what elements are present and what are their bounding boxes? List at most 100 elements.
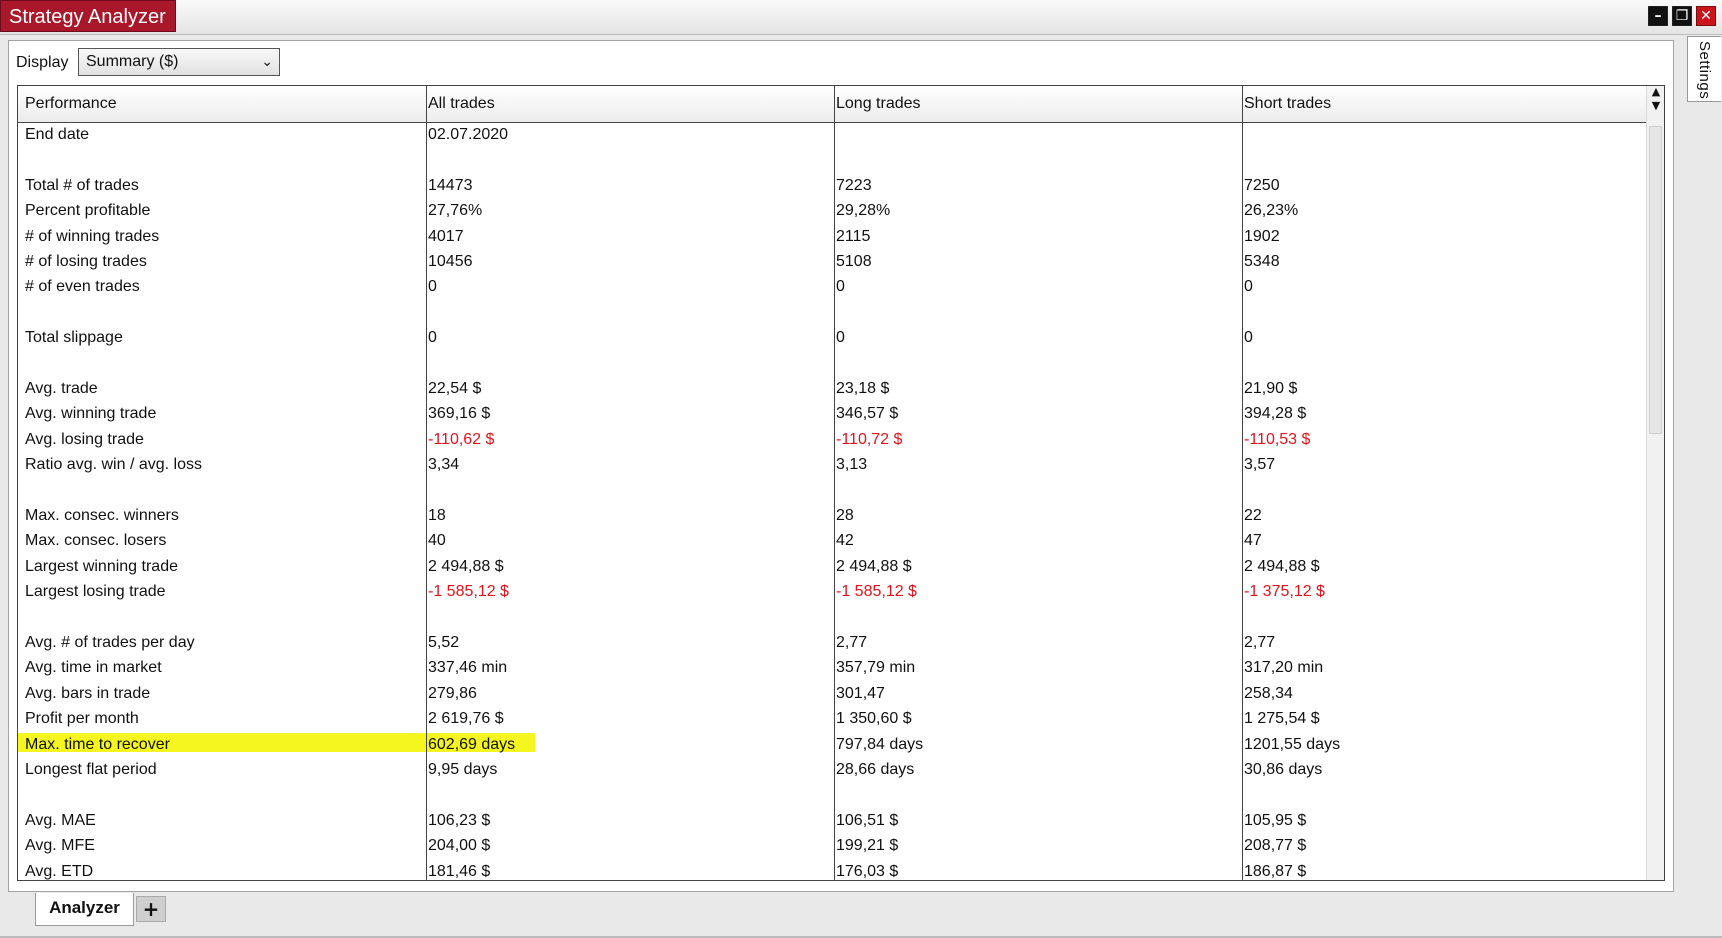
- table-row[interactable]: Ratio avg. win / avg. loss 3,34 3,13 3,57: [18, 453, 1646, 478]
- cell-all-trades: 2 619,76 $: [428, 710, 504, 728]
- close-button[interactable]: ✕: [1696, 6, 1716, 26]
- cell-short-trades: 317,20 min: [1244, 659, 1324, 677]
- cell-all-trades: 4017: [428, 227, 464, 245]
- table-row[interactable]: Total # of trades 14473 7223 7250: [18, 174, 1646, 199]
- cell-long-trades: 106,51 $: [836, 811, 899, 829]
- table-row[interactable]: [18, 352, 1646, 377]
- cell-all-trades: 40: [428, 532, 446, 550]
- row-label: Largest winning trade: [25, 557, 178, 575]
- row-label: Avg. losing trade: [25, 430, 144, 448]
- cell-long-trades: 199,21 $: [836, 837, 899, 855]
- row-label: Total # of trades: [25, 176, 139, 194]
- table-row[interactable]: [18, 606, 1646, 631]
- cell-long-trades: 357,79 min: [836, 659, 916, 677]
- cell-short-trades: 258,34: [1244, 684, 1293, 702]
- table-row[interactable]: Avg. MFE 204,00 $ 199,21 $ 208,77 $: [18, 834, 1646, 859]
- table-row[interactable]: Percent profitable 27,76% 29,28% 26,23%: [18, 199, 1646, 224]
- table-row[interactable]: End date 02.07.2020: [18, 123, 1646, 148]
- table-row[interactable]: Max. consec. winners 18 28 22: [18, 504, 1646, 529]
- table-row[interactable]: Profit per month 2 619,76 $ 1 350,60 $ 1 27…: [18, 707, 1646, 732]
- cell-short-trades: 186,87 $: [1244, 862, 1307, 880]
- table-row[interactable]: # of even trades 0 0 0: [18, 275, 1646, 300]
- title-bar[interactable]: Strategy Analyzer – ❐ ✕: [0, 0, 1722, 35]
- table-row[interactable]: Max. consec. losers 40 42 47: [18, 529, 1646, 554]
- cell-short-trades: 2 494,88 $: [1244, 557, 1320, 575]
- column-header-performance[interactable]: Performance: [25, 95, 117, 113]
- cell-long-trades: 1 350,60 $: [836, 710, 912, 728]
- cell-long-trades: 346,57 $: [836, 405, 899, 423]
- table-row[interactable]: # of winning trades 4017 2115 1902: [18, 225, 1646, 250]
- cell-all-trades: 18: [428, 507, 446, 524]
- minimize-button[interactable]: –: [1648, 6, 1668, 26]
- cell-all-trades: 02.07.2020: [428, 126, 509, 143]
- table-row[interactable]: [18, 783, 1646, 808]
- restore-button[interactable]: ❐: [1672, 6, 1692, 26]
- cell-long-trades: 797,84 days: [836, 735, 924, 753]
- cell-short-trades: -1 375,12 $: [1244, 583, 1325, 601]
- cell-long-trades: 28,66 days: [836, 761, 915, 778]
- window-title: Strategy Analyzer: [0, 0, 176, 32]
- table-row[interactable]: Avg. trade 22,54 $ 23,18 $ 21,90 $: [18, 377, 1646, 402]
- row-label: # of even trades: [25, 278, 140, 296]
- table-row[interactable]: Max. time to recover 602,69 days 797,84 da…: [18, 732, 1646, 758]
- row-label: Avg. winning trade: [25, 405, 157, 423]
- row-label: Percent profitable: [25, 202, 151, 220]
- table-row[interactable]: Avg. # of trades per day 5,52 2,77 2,77: [18, 631, 1646, 656]
- display-dropdown[interactable]: Summary ($) ⌄: [78, 48, 280, 76]
- cell-all-trades: 369,16 $: [428, 405, 491, 423]
- table-row[interactable]: Avg. bars in trade 279,86 301,47 258,34: [18, 682, 1646, 707]
- cell-long-trades: 29,28%: [836, 202, 891, 220]
- window-controls: – ❐ ✕: [1648, 6, 1716, 26]
- cell-short-trades: 47: [1244, 532, 1262, 550]
- cell-short-trades: 105,95 $: [1244, 811, 1307, 829]
- cell-short-trades: 21,90 $: [1244, 380, 1298, 397]
- row-label: Avg. time in market: [25, 659, 162, 677]
- cell-short-trades: 3,57: [1244, 456, 1276, 474]
- row-label: # of losing trades: [25, 253, 147, 270]
- table-row[interactable]: [18, 479, 1646, 504]
- row-label: Avg. MAE: [25, 811, 96, 829]
- row-label: Total slippage: [25, 329, 123, 347]
- column-header-short-trades[interactable]: Short trades: [1244, 95, 1331, 113]
- cell-long-trades: 5108: [836, 253, 872, 270]
- cell-short-trades: 0: [1244, 278, 1253, 296]
- row-label: Avg. MFE: [25, 837, 95, 855]
- tab-analyzer[interactable]: Analyzer: [35, 893, 134, 926]
- cell-all-trades: 14473: [428, 176, 473, 194]
- table-row[interactable]: # of losing trades 10456 5108 5348: [18, 250, 1646, 275]
- row-label: Ratio avg. win / avg. loss: [25, 456, 202, 474]
- scrollbar-thumb[interactable]: [1649, 126, 1662, 434]
- cell-all-trades: 204,00 $: [428, 837, 491, 855]
- column-header-all-trades[interactable]: All trades: [428, 95, 495, 113]
- cell-long-trades: 0: [836, 278, 845, 296]
- table-row[interactable]: Largest losing trade -1 585,12 $ -1 585,12…: [18, 580, 1646, 605]
- add-tab-button[interactable]: +: [136, 896, 166, 922]
- cell-all-trades: 27,76%: [428, 202, 483, 220]
- table-row[interactable]: Total slippage 0 0 0: [18, 326, 1646, 351]
- row-label: Longest flat period: [25, 761, 157, 778]
- performance-grid: Performance All trades Long trades Short…: [17, 85, 1665, 881]
- table-row[interactable]: Largest winning trade 2 494,88 $ 2 494,88 …: [18, 555, 1646, 580]
- settings-tab[interactable]: Settings: [1687, 36, 1721, 102]
- cell-all-trades: 0: [428, 329, 437, 347]
- cell-long-trades: -110,72 $: [836, 430, 903, 448]
- table-row[interactable]: Avg. ETD 181,46 $ 176,03 $ 186,87 $: [18, 860, 1646, 880]
- cell-all-trades: -1 585,12 $: [428, 583, 509, 601]
- table-row[interactable]: Avg. time in market 337,46 min 357,79 min 3…: [18, 656, 1646, 681]
- table-row[interactable]: Avg. losing trade -110,62 $ -110,72 $ -110,…: [18, 428, 1646, 453]
- cell-all-trades: 181,46 $: [428, 862, 491, 880]
- column-header-long-trades[interactable]: Long trades: [836, 95, 921, 113]
- scroll-down-arrow-icon[interactable]: ▼: [1650, 99, 1662, 112]
- cell-short-trades: 208,77 $: [1244, 837, 1307, 855]
- scroll-up-arrow-icon[interactable]: ▲: [1650, 86, 1662, 98]
- vertical-scrollbar[interactable]: ▲ ▼: [1646, 86, 1664, 880]
- row-label: # of winning trades: [25, 227, 160, 245]
- table-row[interactable]: Avg. winning trade 369,16 $ 346,57 $ 394,28…: [18, 402, 1646, 427]
- row-label: Max. consec. winners: [25, 507, 179, 524]
- table-row[interactable]: [18, 148, 1646, 173]
- table-row[interactable]: Longest flat period 9,95 days 28,66 days 30…: [18, 758, 1646, 783]
- table-row[interactable]: [18, 301, 1646, 326]
- cell-all-trades: 5,52: [428, 634, 460, 651]
- table-row[interactable]: Avg. MAE 106,23 $ 106,51 $ 105,95 $: [18, 809, 1646, 834]
- cell-all-trades: 602,69 days: [428, 735, 516, 753]
